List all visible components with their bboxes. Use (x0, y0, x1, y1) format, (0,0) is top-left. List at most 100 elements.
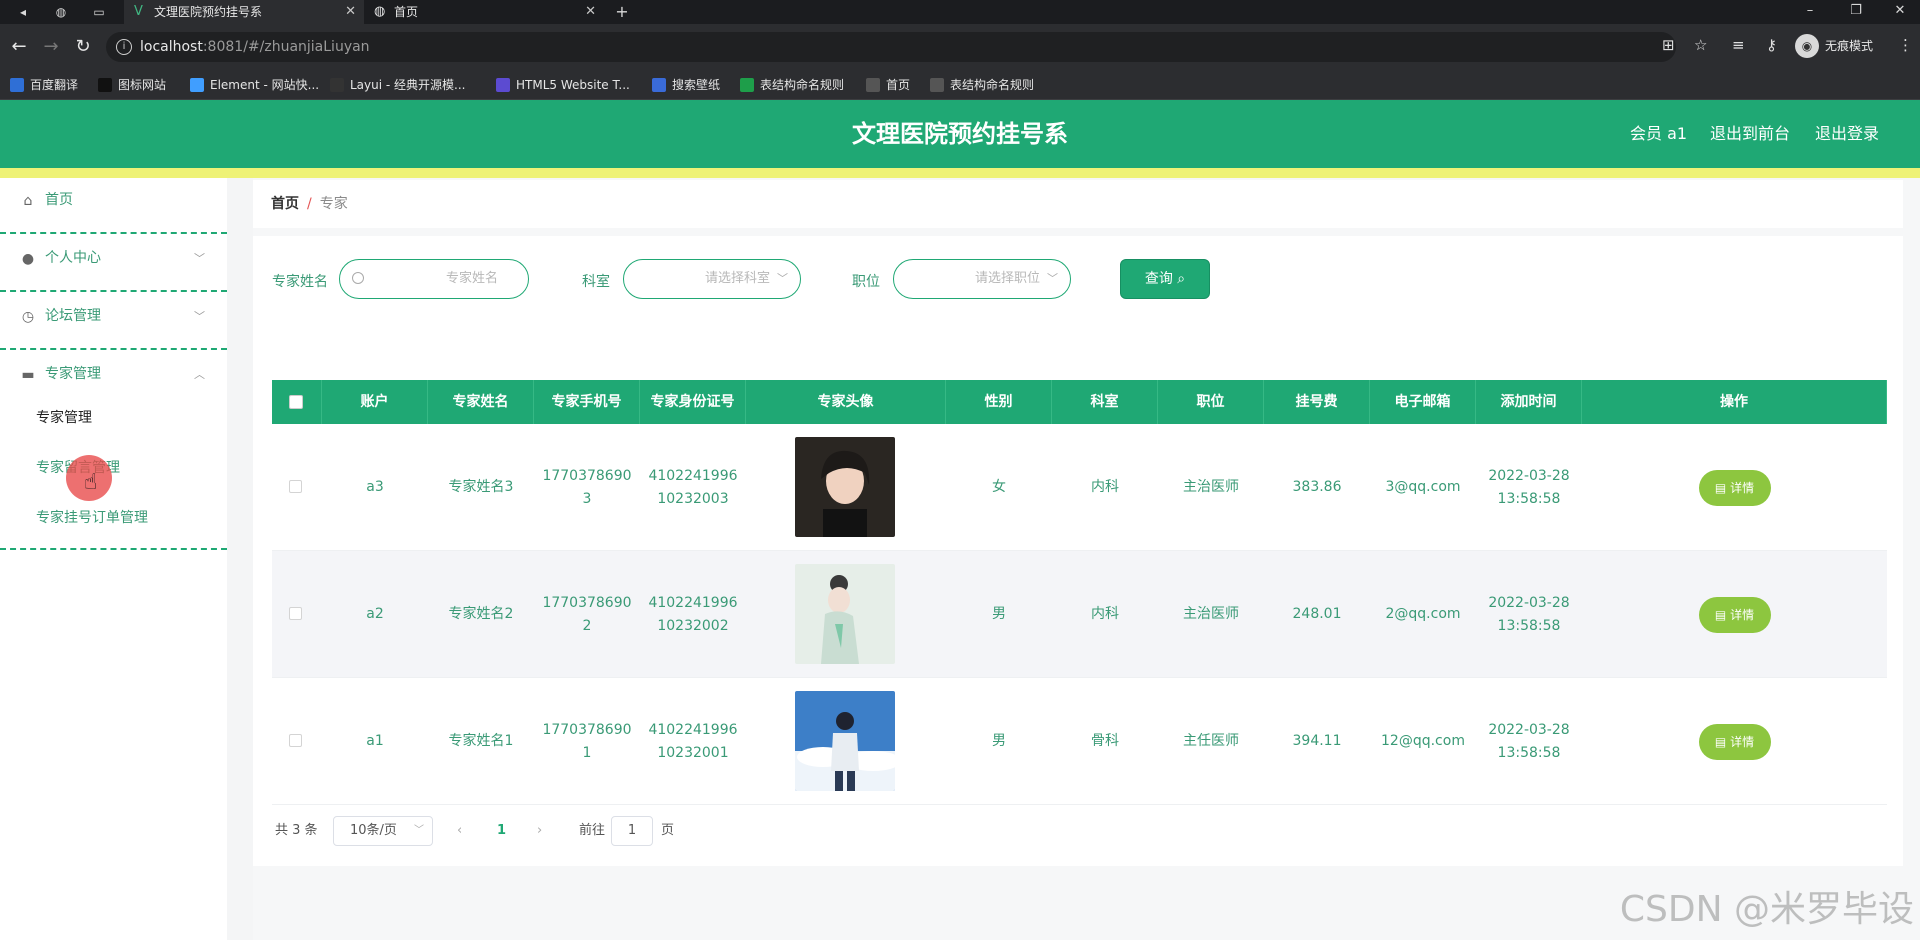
bookmark-item[interactable]: 首页 (866, 70, 910, 100)
page-size-select[interactable]: 10条/页 ﹀ (333, 816, 433, 846)
cell-phone: 1770378690 3 (534, 424, 640, 551)
next-page-icon[interactable]: › (537, 816, 542, 846)
window-icon[interactable]: ▭ (90, 3, 108, 21)
sidebar-gutter (227, 178, 253, 940)
new-tab-icon[interactable]: + (613, 3, 631, 21)
detail-button[interactable]: ▤ 详情 (1698, 469, 1771, 506)
goto-label: 前往 (579, 823, 606, 838)
row-checkbox[interactable] (289, 734, 302, 747)
info-icon[interactable]: i (116, 39, 132, 55)
sidebar-item-personal-center[interactable]: ● 个人中心 ﹀ (0, 236, 227, 292)
bookmark-item[interactable]: 搜索壁纸 (652, 70, 720, 100)
query-button[interactable]: 查询 ⌕ (1120, 259, 1210, 299)
browser-tab-active[interactable]: V 文理医院预约挂号系 ✕ (124, 0, 364, 24)
expert-avatar (795, 437, 895, 537)
bookmark-item[interactable]: Element - 网站快... (190, 70, 319, 100)
cell-time: 13:58:58 (1497, 617, 1561, 634)
bookmark-item[interactable]: 表结构命名规则 (740, 70, 844, 100)
query-button-label: 查询 (1144, 271, 1173, 287)
pagination: 共 3 条 10条/页 ﹀ ‹ 1 › 前往 1 页 (253, 816, 1903, 846)
bookmark-item[interactable]: 百度翻译 (10, 70, 78, 100)
key-icon[interactable]: ⚷ (1766, 36, 1777, 54)
prev-page-icon[interactable]: ‹ (457, 816, 462, 846)
vue-logo-icon: V (134, 4, 143, 19)
home-icon: ⌂ (23, 193, 33, 209)
cell-gender: 男 (992, 733, 1006, 749)
globe-icon[interactable]: ◍ (52, 3, 70, 21)
breadcrumb: 首页 / 专家 (253, 180, 1903, 228)
member-link[interactable]: 会员 a1 (1630, 100, 1687, 168)
bookmark-label: 百度翻译 (30, 78, 79, 92)
bookmark-item[interactable]: 图标网站 (98, 70, 166, 100)
row-checkbox[interactable] (289, 607, 302, 620)
cell-date: 2022-03-28 (1488, 594, 1570, 611)
close-window-icon[interactable]: ✕ (1880, 0, 1920, 24)
tab-audio-icon[interactable]: ◂ (14, 3, 32, 21)
title-select[interactable]: 请选择职位 ﹀ (893, 259, 1071, 299)
select-all-checkbox[interactable] (289, 395, 303, 409)
cell-added-time: 2022-03-28 13:58:58 (1476, 551, 1582, 678)
detail-button[interactable]: ▤ 详情 (1698, 596, 1771, 633)
tab-title: 文理医院预约挂号系 (154, 5, 263, 19)
cell-department: 骨科 (1091, 733, 1119, 749)
goto-page-input[interactable]: 1 (611, 816, 653, 846)
bookmark-label: Element - 网站快... (210, 78, 320, 92)
sidebar-item-label: 论坛管理 (45, 308, 101, 324)
tab-close-icon[interactable]: ✕ (345, 0, 356, 24)
sidebar-item-forum[interactable]: ◷ 论坛管理 ﹀ (0, 294, 227, 350)
cell-added-time: 2022-03-28 13:58:58 (1476, 678, 1582, 805)
submenu-expert-orders[interactable]: 专家挂号订单管理 (36, 507, 148, 529)
name-search-input[interactable]: 专家姓名 (339, 259, 529, 299)
column-header: 专家头像 (746, 380, 946, 424)
tab-title: 首页 (394, 5, 419, 19)
column-header: 专家姓名 (428, 380, 534, 424)
sidebar-item-expert[interactable]: ▬ 专家管理 ︿ 专家管理 专家留言管理 专家挂号订单管理 (0, 352, 227, 550)
cell-id-number: 4102241996 10232002 (640, 551, 746, 678)
title-select-placeholder: 请选择职位 (974, 271, 1040, 286)
incognito-indicator[interactable]: ◉ 无痕模式 (1795, 34, 1873, 58)
bookmark-star-icon[interactable]: ☆ (1694, 36, 1707, 54)
detail-button[interactable]: ▤ 详情 (1698, 723, 1771, 760)
table-row[interactable]: a1 专家姓名1 1770378690 1 4102241996 10232001 男 骨科 主… (272, 678, 1887, 805)
incognito-label: 无痕模式 (1825, 39, 1874, 53)
restore-icon[interactable]: ❐ (1836, 0, 1876, 24)
logout-link[interactable]: 退出登录 (1815, 100, 1879, 168)
cell-position: 主任医师 (1183, 733, 1239, 749)
reading-list-icon[interactable]: ≡ (1732, 36, 1745, 54)
table-row[interactable]: a2 专家姓名2 1770378690 2 4102241996 10232002 男 内科 主… (272, 551, 1887, 678)
cell-expert-name: 专家姓名3 (448, 479, 514, 495)
header-accent-bar (0, 168, 1920, 178)
bookmark-item[interactable]: 表结构命名规则 (930, 70, 1034, 100)
bookmark-item[interactable]: Layui - 经典开源模... (330, 70, 465, 100)
back-icon[interactable]: ← (8, 36, 30, 58)
cell-account: a3 (366, 479, 384, 495)
row-checkbox[interactable] (289, 480, 302, 493)
url-input[interactable]: i localhost:8081/#/zhuanjiaLiuyan (106, 32, 1676, 62)
breadcrumb-home[interactable]: 首页 (271, 196, 299, 212)
table-row[interactable]: a3 专家姓名3 1770378690 3 4102241996 10232003 女 内科 主… (272, 424, 1887, 551)
cell-email: 12@qq.com (1381, 733, 1465, 749)
reload-icon[interactable]: ↻ (72, 36, 94, 58)
translate-icon[interactable]: ⊞ (1662, 36, 1675, 54)
bookmark-favicon-icon (930, 78, 944, 92)
column-header: 专家身份证号 (640, 380, 746, 424)
name-input-placeholder: 专家姓名 (445, 271, 498, 286)
forward-icon[interactable]: → (40, 36, 62, 58)
expert-avatar (795, 691, 895, 791)
detail-button-label: 详情 (1730, 480, 1755, 495)
pagination-total: 共 3 条 (275, 823, 318, 838)
submenu-expert-management[interactable]: 专家管理 (36, 407, 92, 429)
back-to-front-link[interactable]: 退出到前台 (1710, 100, 1790, 168)
tab-close-icon[interactable]: ✕ (585, 0, 596, 24)
clock-icon: ◷ (21, 309, 35, 325)
column-header: 性别 (946, 380, 1052, 424)
page-number-current[interactable]: 1 (497, 816, 506, 846)
minimize-icon[interactable]: – (1790, 0, 1830, 24)
cell-position: 主治医师 (1183, 479, 1239, 495)
dept-select[interactable]: 请选择科室 ﹀ (623, 259, 801, 299)
dept-select-placeholder: 请选择科室 (704, 271, 770, 286)
sidebar-item-home[interactable]: ⌂ 首页 (0, 178, 227, 234)
menu-dots-icon[interactable]: ⋮ (1898, 36, 1913, 54)
browser-tab[interactable]: ◍ 首页 ✕ (364, 0, 604, 24)
bookmark-item[interactable]: HTML5 Website T... (496, 70, 630, 100)
